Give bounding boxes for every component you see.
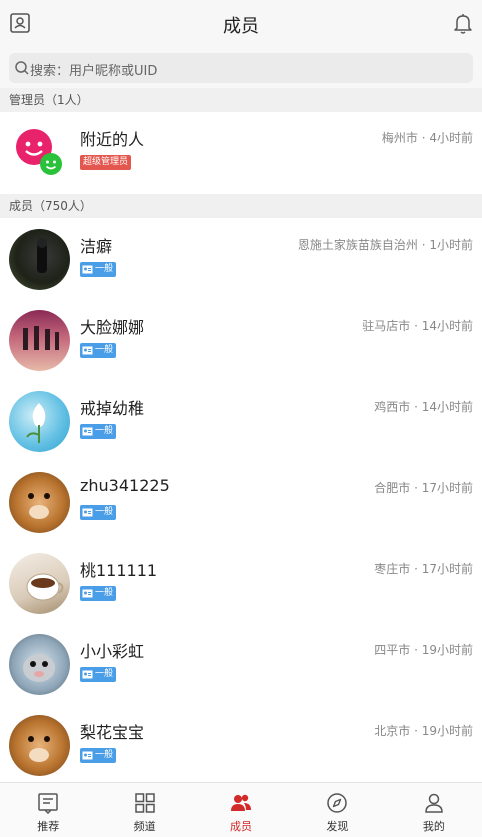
member-location-time: 鸡西市 · 14小时前 xyxy=(374,400,473,414)
compass-icon xyxy=(327,793,348,813)
tab-label: 发现 xyxy=(326,820,349,833)
member-location-time: 恩施土家族苗族自治州 · 1小时前 xyxy=(297,238,473,252)
avatar xyxy=(9,391,70,452)
members-icon xyxy=(231,794,252,811)
tab-label: 成员 xyxy=(230,820,253,833)
member-name: zhu341225 xyxy=(80,476,170,495)
avatar xyxy=(9,715,70,776)
id-card-icon xyxy=(82,427,93,436)
admin-section-header: 管理员（1人） xyxy=(0,88,482,112)
role-badge: 超级管理员 xyxy=(80,155,132,170)
avatar xyxy=(9,310,70,371)
member-row[interactable]: 梨花宝宝 一般 北京市 · 19小时前 xyxy=(0,705,482,786)
tab-label: 推荐 xyxy=(37,820,60,833)
role-badge: 一般 xyxy=(80,667,117,682)
id-card-icon xyxy=(82,508,93,517)
search-area: 搜索：用户昵称或UID xyxy=(0,48,482,88)
role-badge: 一般 xyxy=(80,748,117,763)
member-location-time: 枣庄市 · 17小时前 xyxy=(374,562,473,576)
recommend-icon xyxy=(38,793,58,814)
avatar xyxy=(9,553,70,614)
id-card-icon xyxy=(82,751,93,760)
id-card-icon xyxy=(82,670,93,679)
bottom-tab-bar: 推荐 频道 成员 发现 我的 xyxy=(0,782,482,837)
tab-label: 我的 xyxy=(422,820,445,833)
role-badge: 一般 xyxy=(80,505,117,520)
member-name: 大脸娜娜 xyxy=(80,318,145,337)
channel-grid-icon xyxy=(134,793,155,813)
member-location-time: 北京市 · 19小时前 xyxy=(374,724,473,738)
role-badge: 一般 xyxy=(80,262,117,277)
role-badge: 一般 xyxy=(80,586,117,601)
tab-discover[interactable]: 发现 xyxy=(289,783,385,837)
member-row[interactable]: 洁癖 一般 恩施土家族苗族自治州 · 1小时前 xyxy=(0,219,482,300)
avatar xyxy=(9,229,70,290)
search-icon xyxy=(15,61,29,75)
member-name: 桃111111 xyxy=(80,561,158,580)
admin-row[interactable]: 附近的人 超级管理员 梅州市 · 4小时前 xyxy=(0,112,482,193)
id-card-icon xyxy=(82,265,93,274)
page-title: 成员 xyxy=(223,16,259,37)
tab-channel[interactable]: 频道 xyxy=(96,783,192,837)
member-name: 附近的人 xyxy=(80,130,145,149)
nearby-people-icon xyxy=(16,129,62,175)
member-location-time: 合肥市 · 17小时前 xyxy=(374,481,473,495)
top-bar: 成员 xyxy=(0,0,482,48)
role-badge: 一般 xyxy=(80,343,117,358)
role-badge: 一般 xyxy=(80,424,117,439)
tab-recommend[interactable]: 推荐 xyxy=(0,783,96,837)
id-card-icon xyxy=(82,346,93,355)
member-row[interactable]: 大脸娜娜 一般 驻马店市 · 14小时前 xyxy=(0,300,482,381)
search-input[interactable]: 搜索：用户昵称或UID xyxy=(9,53,473,83)
search-placeholder: 搜索：用户昵称或UID xyxy=(30,64,158,79)
id-card-icon xyxy=(82,589,93,598)
member-row[interactable]: zhu341225 一般 合肥市 · 17小时前 xyxy=(0,462,482,543)
member-row[interactable]: 戒掉幼稚 一般 鸡西市 · 14小时前 xyxy=(0,381,482,462)
member-location-time: 梅州市 · 4小时前 xyxy=(381,131,473,145)
tab-label: 频道 xyxy=(133,820,156,833)
bell-icon[interactable] xyxy=(452,12,474,34)
member-name: 梨花宝宝 xyxy=(80,723,145,742)
member-name: 戒掉幼稚 xyxy=(80,399,145,418)
member-location-time: 驻马店市 · 14小时前 xyxy=(362,319,473,333)
member-row[interactable]: 桃111111 一般 枣庄市 · 17小时前 xyxy=(0,543,482,624)
member-name: 小小彩虹 xyxy=(80,642,145,661)
member-name: 洁癖 xyxy=(80,237,113,256)
avatar xyxy=(9,634,70,695)
profile-icon xyxy=(425,793,443,813)
tab-mine[interactable]: 我的 xyxy=(386,783,482,837)
avatar xyxy=(9,122,70,183)
member-section-header: 成员（750人） xyxy=(0,194,482,218)
member-location-time: 四平市 · 19小时前 xyxy=(374,643,473,657)
avatar xyxy=(9,472,70,533)
member-row[interactable]: 小小彩虹 一般 四平市 · 19小时前 xyxy=(0,624,482,705)
tab-members[interactable]: 成员 xyxy=(193,783,289,837)
